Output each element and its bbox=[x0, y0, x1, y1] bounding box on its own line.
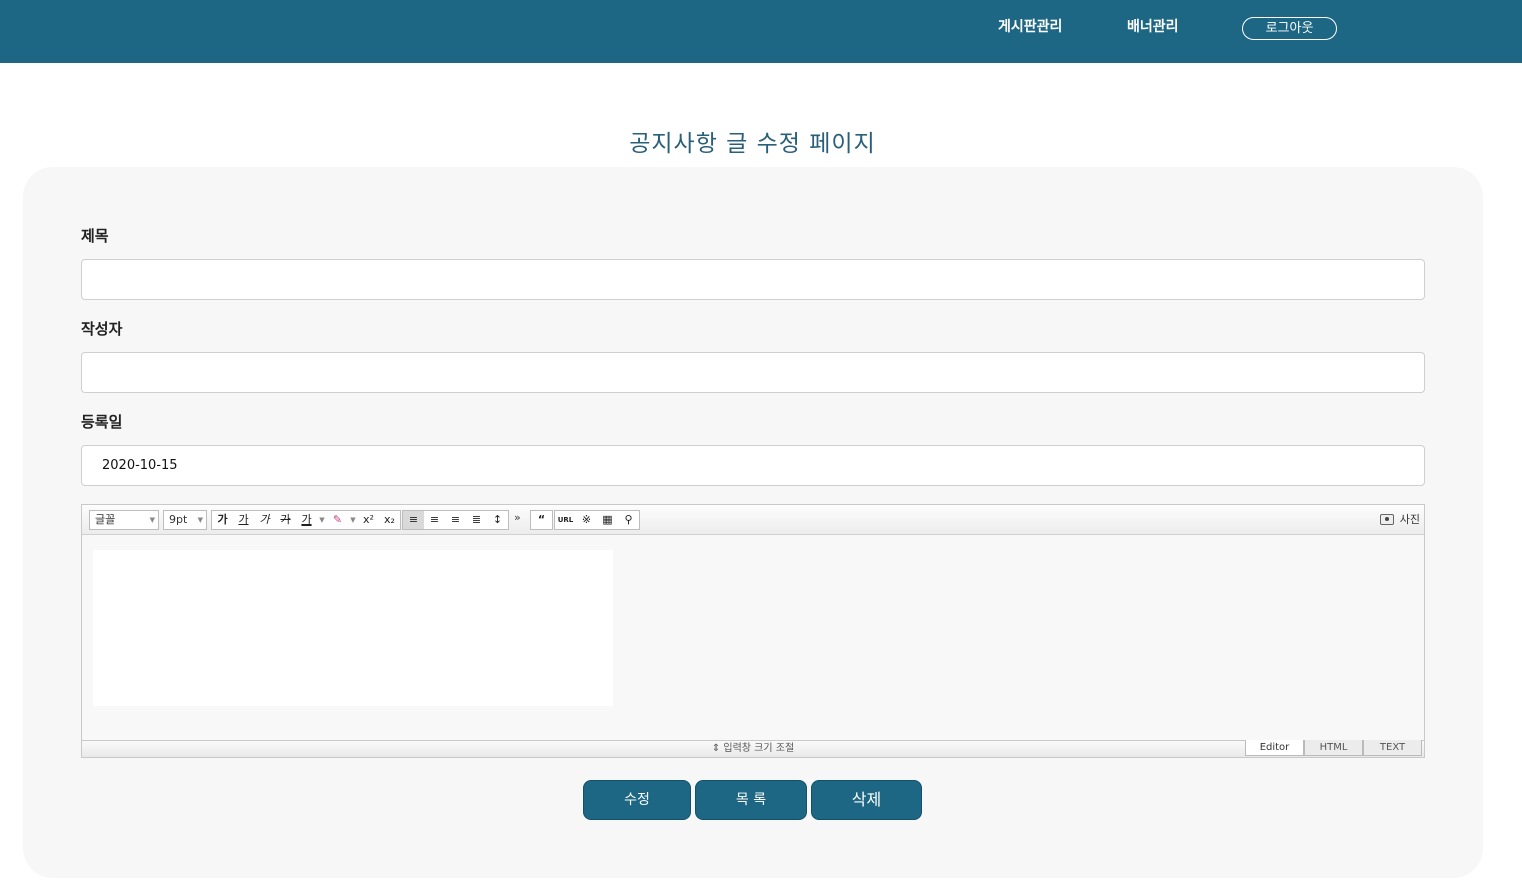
highlight-color-icon[interactable]: ✎ bbox=[327, 511, 348, 529]
top-navigation-bar: 게시판관리 배너관리 로그아웃 bbox=[0, 0, 1522, 63]
special-char-icon[interactable]: ※ bbox=[576, 511, 597, 529]
camera-icon bbox=[1379, 513, 1394, 525]
table-icon[interactable]: ▦ bbox=[597, 511, 618, 529]
edit-button[interactable]: 수정 bbox=[583, 780, 691, 820]
title-label: 제목 bbox=[81, 227, 109, 245]
insert-group: URL ※ ▦ ⚲ bbox=[554, 510, 640, 530]
font-color-button[interactable]: 가 bbox=[296, 511, 317, 529]
bold-button[interactable]: 가 bbox=[212, 511, 233, 529]
strikethrough-button[interactable]: 가 bbox=[275, 511, 296, 529]
chevron-down-icon: ▼ bbox=[149, 516, 155, 524]
superscript-icon[interactable]: x² bbox=[358, 511, 379, 529]
font-family-select[interactable]: 글꼴 ▼ bbox=[89, 510, 159, 530]
font-size-value: 9pt bbox=[169, 513, 188, 526]
more-tools-button[interactable]: » bbox=[514, 511, 521, 524]
date-label: 등록일 bbox=[81, 413, 123, 431]
photo-label: 사진 bbox=[1399, 513, 1420, 526]
nav-banner-management[interactable]: 배너관리 bbox=[1127, 16, 1179, 36]
logout-button[interactable]: 로그아웃 bbox=[1242, 17, 1337, 40]
date-input[interactable] bbox=[81, 445, 1425, 486]
editor-content-area[interactable] bbox=[93, 550, 613, 706]
align-center-icon[interactable]: ≡ bbox=[424, 511, 445, 529]
writer-input[interactable] bbox=[81, 352, 1425, 393]
tab-text[interactable]: TEXT bbox=[1363, 740, 1422, 756]
editor-resize-handle[interactable]: ⇕ 입력창 크기 조절 bbox=[82, 740, 1424, 757]
font-size-select[interactable]: 9pt ▼ bbox=[163, 510, 207, 530]
align-group: ≡ ≡ ≡ ≣ ↕ bbox=[402, 510, 509, 530]
subscript-icon[interactable]: x₂ bbox=[379, 511, 400, 529]
chevron-down-icon: ▼ bbox=[197, 516, 203, 524]
align-left-icon[interactable]: ≡ bbox=[403, 511, 424, 529]
align-justify-icon[interactable]: ≣ bbox=[466, 511, 487, 529]
underline-button[interactable]: 가 bbox=[233, 511, 254, 529]
photo-attach-button[interactable]: 사진 bbox=[1379, 511, 1420, 527]
quote-group: “ bbox=[530, 510, 553, 530]
editor-mode-tabs: Editor HTML TEXT bbox=[1245, 740, 1422, 757]
text-format-group: 가 가 가 가 가 ▼ ✎ ▼ x² x₂ bbox=[211, 510, 401, 530]
font-family-value: 글꼴 bbox=[95, 513, 116, 526]
link-url-icon[interactable]: URL bbox=[555, 511, 576, 529]
nav-board-management[interactable]: 게시판관리 bbox=[998, 16, 1062, 36]
line-height-icon[interactable]: ↕ bbox=[487, 511, 508, 529]
editor-toolbar: 글꼴 ▼ 9pt ▼ 가 가 가 가 가 ▼ ✎ ▼ x² x₂ ≡ ≡ ≡ ≣… bbox=[82, 505, 1424, 535]
italic-button[interactable]: 가 bbox=[254, 511, 275, 529]
find-icon[interactable]: ⚲ bbox=[618, 511, 639, 529]
align-right-icon[interactable]: ≡ bbox=[445, 511, 466, 529]
quote-icon[interactable]: “ bbox=[531, 511, 552, 529]
list-button[interactable]: 목 록 bbox=[695, 780, 807, 820]
delete-button[interactable]: 삭제 bbox=[811, 780, 922, 820]
rich-text-editor: 글꼴 ▼ 9pt ▼ 가 가 가 가 가 ▼ ✎ ▼ x² x₂ ≡ ≡ ≡ ≣… bbox=[81, 504, 1425, 758]
chevron-down-icon[interactable]: ▼ bbox=[348, 511, 358, 529]
tab-editor[interactable]: Editor bbox=[1245, 740, 1304, 756]
chevron-down-icon[interactable]: ▼ bbox=[317, 511, 327, 529]
title-input[interactable] bbox=[81, 259, 1425, 300]
tab-html[interactable]: HTML bbox=[1304, 740, 1363, 756]
page-title: 공지사항 글 수정 페이지 bbox=[629, 131, 876, 157]
writer-label: 작성자 bbox=[81, 320, 123, 338]
